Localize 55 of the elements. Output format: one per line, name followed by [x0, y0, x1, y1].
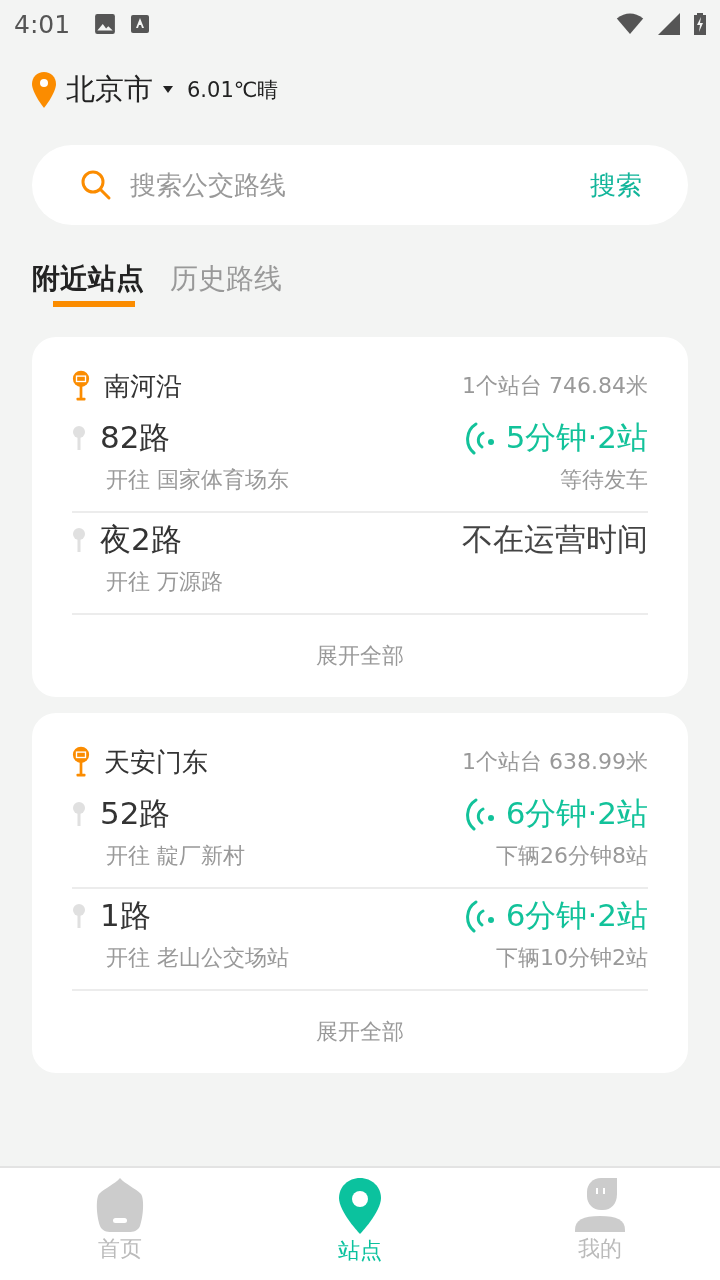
- font-icon: [130, 14, 151, 34]
- route-row[interactable]: 52路 6分钟·2站 开往 靛厂新村 下辆26分钟8站: [72, 787, 648, 889]
- route-direction: 开往 万源路: [106, 568, 223, 596]
- live-signal-icon: [463, 899, 496, 933]
- live-signal-icon: [463, 797, 496, 831]
- nav-tab[interactable]: 我的: [480, 1168, 720, 1280]
- arrival-time: 6分钟·2站: [505, 794, 648, 833]
- next-bus-info: 下辆10分钟2站: [496, 944, 648, 972]
- weather-text: 6.01℃晴: [187, 77, 279, 104]
- live-signal-icon: [463, 421, 496, 455]
- bus-stop-icon: [72, 746, 90, 778]
- location-pin-icon: [339, 1178, 381, 1234]
- caret-icon: [163, 86, 173, 94]
- stop-marker-icon: [72, 426, 86, 450]
- search-field[interactable]: 搜索公交路线 搜索: [32, 145, 688, 225]
- station-distance: 1个站台 638.99米: [462, 748, 648, 776]
- status-time: 4:01: [14, 9, 71, 39]
- home-icon: [95, 1178, 145, 1232]
- route-direction: 开往 靛厂新村: [106, 842, 245, 870]
- battery-icon: [694, 12, 706, 36]
- route-direction: 开往 老山公交场站: [106, 944, 289, 972]
- station-name: 天安门东: [104, 745, 208, 779]
- route-name: 1路: [100, 896, 151, 935]
- route-row[interactable]: 82路 5分钟·2站 开往 国家体育场东 等待发车: [72, 411, 648, 513]
- arrival-time: 5分钟·2站: [505, 418, 648, 457]
- image-icon: [94, 13, 117, 35]
- location-pin-icon: [32, 71, 56, 109]
- route-name: 夜2路: [100, 520, 182, 559]
- search-button[interactable]: 搜索: [590, 167, 642, 203]
- bus-stop-icon: [72, 370, 90, 402]
- route-row[interactable]: 1路 6分钟·2站 开往 老山公交场站 下辆10分钟2站: [72, 889, 648, 991]
- nav-tab[interactable]: 站点: [240, 1168, 480, 1280]
- nav-tab[interactable]: 首页: [0, 1168, 240, 1280]
- arrival-time: 6分钟·2站: [505, 896, 648, 935]
- next-bus-info: 下辆26分钟8站: [496, 842, 648, 870]
- service-status: 不在运营时间: [462, 520, 648, 559]
- tab[interactable]: 附近站点: [32, 257, 144, 307]
- stop-marker-icon: [72, 528, 86, 552]
- next-bus-info: 等待发车: [560, 466, 648, 494]
- user-icon: [575, 1178, 625, 1232]
- stop-marker-icon: [72, 904, 86, 928]
- route-row[interactable]: 夜2路 不在运营时间 开往 万源路: [72, 513, 648, 615]
- tab[interactable]: 历史路线: [170, 257, 282, 307]
- route-name: 82路: [100, 418, 171, 457]
- station-distance: 1个站台 746.84米: [462, 372, 648, 400]
- search-icon: [80, 169, 112, 201]
- signal-icon: [658, 13, 680, 35]
- station-name: 南河沿: [104, 369, 182, 403]
- stop-marker-icon: [72, 802, 86, 826]
- city-selector[interactable]: 北京市: [66, 70, 173, 110]
- route-direction: 开往 国家体育场东: [106, 466, 289, 494]
- expand-all-link[interactable]: 展开全部: [306, 991, 414, 1073]
- wifi-icon: [616, 13, 644, 35]
- expand-all-link[interactable]: 展开全部: [306, 615, 414, 697]
- route-name: 52路: [100, 794, 171, 833]
